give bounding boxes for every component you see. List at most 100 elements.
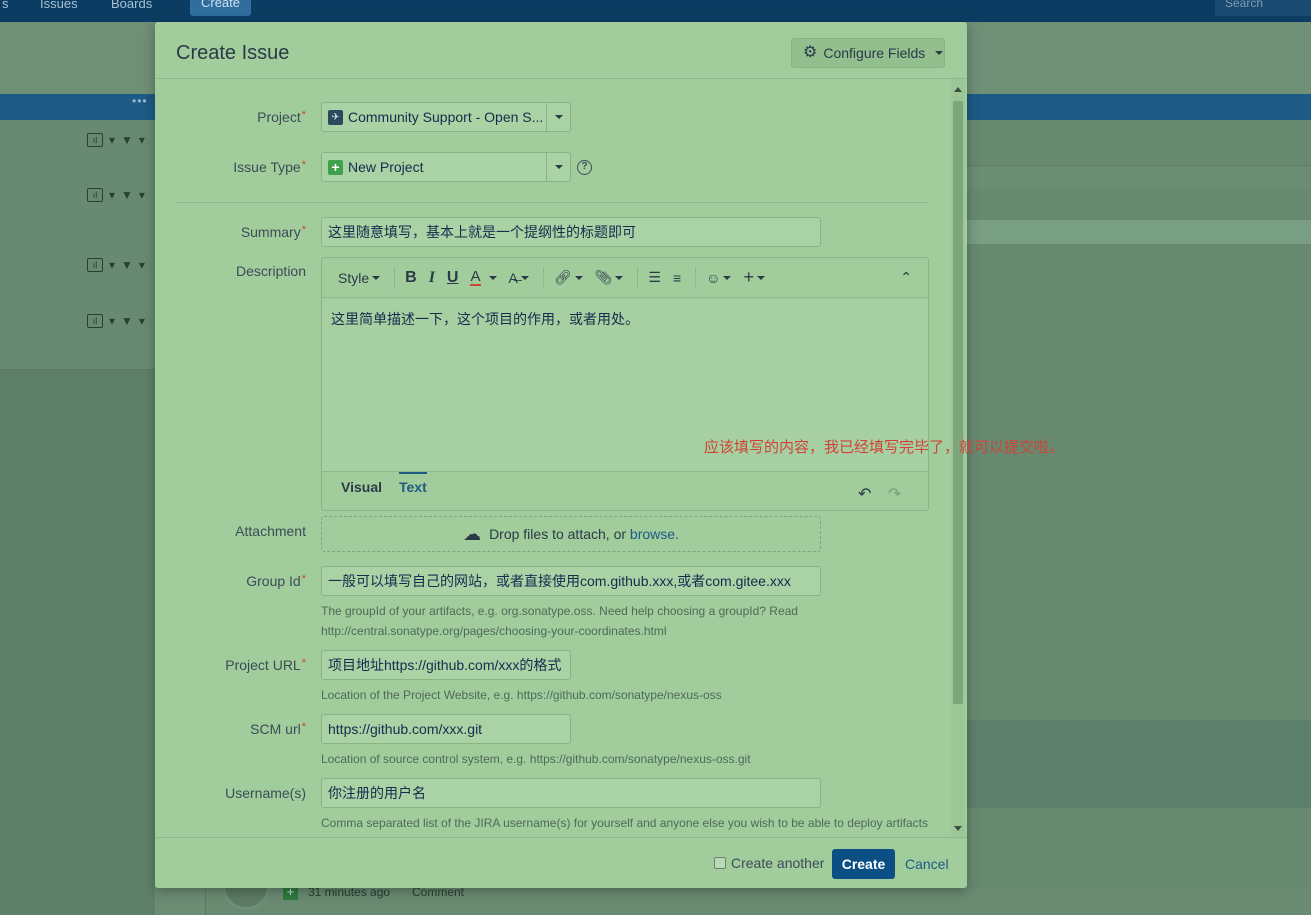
insert-more-button[interactable]: + — [739, 264, 769, 292]
gadget-tools[interactable]: ıl ▾ ▼ ▾ — [87, 133, 145, 147]
chevron-down-icon — [723, 275, 732, 280]
toolbar-separator — [542, 266, 544, 289]
text-color-icon: A — [470, 267, 481, 286]
chevron-down-icon — [520, 275, 529, 280]
browse-link[interactable]: browse. — [630, 526, 679, 542]
paperclip-icon: 📎︎ — [594, 269, 613, 285]
usernames-input[interactable]: 你注册的用户名 — [321, 778, 821, 808]
chart-icon: ıl — [87, 133, 103, 147]
help-icon[interactable]: ? — [577, 160, 592, 175]
scm-url-label: SCM url* — [250, 721, 306, 737]
chevron-down-icon: ▾ — [109, 314, 116, 328]
bold-icon[interactable]: B — [401, 264, 421, 292]
usernames-label: Username(s) — [225, 785, 306, 801]
chevron-down-icon — [935, 51, 944, 55]
scroll-thumb[interactable] — [953, 101, 963, 704]
summary-label: Summary* — [240, 224, 306, 240]
scm-url-input[interactable]: https://github.com/xxx.git — [321, 714, 571, 744]
project-select[interactable]: ✈ Community Support - Open S... — [321, 102, 571, 132]
numbered-list-icon[interactable]: ≡ — [669, 264, 685, 292]
gear-icon: ⚙ — [803, 44, 818, 61]
chevron-down-icon: ▾ — [138, 133, 145, 147]
style-dropdown[interactable]: Style — [334, 264, 384, 292]
nav-item-issues[interactable]: Issues — [40, 0, 78, 11]
scroll-up-arrow-icon[interactable] — [954, 87, 962, 92]
redo-icon[interactable]: ↷ — [888, 484, 901, 504]
link-icon: 🔗︎ — [553, 269, 572, 285]
chart-icon: ıl — [87, 258, 103, 272]
project-url-help: Location of the Project Website, e.g. ht… — [321, 688, 722, 702]
left-background — [0, 370, 155, 915]
cloud-upload-icon: ☁ — [463, 523, 482, 544]
dialog-body[interactable]: Project* ✈ Community Support - Open S...… — [155, 79, 967, 838]
filter-icon: ▼ — [121, 188, 133, 202]
project-avatar-icon: ✈ — [328, 109, 343, 125]
undo-icon[interactable]: ↶ — [858, 484, 871, 504]
dialog-scrollbar[interactable] — [951, 79, 965, 837]
nav-search-input[interactable]: Search — [1215, 0, 1311, 16]
gadget-tools[interactable]: ıl ▾ ▼ ▾ — [87, 258, 145, 272]
nav-item-partial[interactable]: s — [2, 0, 9, 11]
tab-visual[interactable]: Visual — [341, 472, 382, 502]
text-color-button[interactable]: A — [466, 264, 500, 292]
required-marker: * — [301, 159, 306, 171]
description-label: Description — [235, 263, 306, 279]
issue-type-select[interactable]: + New Project — [321, 152, 571, 182]
editor-mode-tabs: Visual Text ↶ ↷ — [322, 471, 928, 510]
toolbar-separator — [394, 266, 396, 289]
emoji-button[interactable]: ☺ — [702, 264, 735, 292]
nav-create-button[interactable]: Create — [190, 0, 251, 16]
configure-fields-button[interactable]: ⚙ Configure Fields — [791, 38, 945, 68]
underline-icon[interactable]: U — [443, 264, 463, 292]
background-row-highlight — [967, 220, 1311, 244]
project-label: Project* — [257, 109, 306, 125]
toolbar-separator — [637, 266, 639, 289]
group-id-help-link[interactable]: http://central.sonatype.org/pages/choosi… — [321, 621, 798, 641]
gadget-tools[interactable]: ıl ▾ ▼ ▾ — [87, 314, 145, 328]
create-button[interactable]: Create — [832, 849, 895, 879]
issue-type-dropdown-toggle[interactable] — [546, 153, 570, 181]
project-url-label: Project URL* — [225, 657, 306, 673]
group-id-input[interactable]: 一般可以填写自己的网站，或者直接使用com.github.xxx,或者com.g… — [321, 566, 821, 596]
project-value: Community Support - Open S... — [348, 109, 544, 125]
chart-icon: ıl — [87, 314, 103, 328]
plus-icon: + — [743, 267, 754, 287]
summary-input[interactable]: 这里随意填写，基本上就是一个提纲性的标题即可 — [321, 217, 821, 247]
chevron-down-icon: ▾ — [138, 188, 145, 202]
more-dots-icon[interactable]: ••• — [132, 94, 148, 108]
link-button[interactable]: 🔗︎ — [550, 264, 587, 292]
create-another-checkbox[interactable]: Create another — [714, 855, 824, 871]
nav-item-boards[interactable]: Boards — [111, 0, 152, 11]
dialog-title: Create Issue — [176, 42, 290, 64]
chart-icon: ıl — [87, 188, 103, 202]
project-dropdown-toggle[interactable] — [546, 103, 570, 131]
tab-text[interactable]: Text — [399, 472, 427, 502]
chevron-down-icon — [488, 275, 497, 280]
new-feature-icon: + — [328, 159, 343, 175]
group-id-label: Group Id* — [246, 573, 306, 589]
description-editor: Style B I U A A̶ 🔗︎ 📎︎ ☰ ≡ ☺ + ⌃ 这里简单描述一… — [321, 257, 929, 511]
attachment-button[interactable]: 📎︎ — [591, 264, 628, 292]
chevron-down-icon — [372, 275, 381, 280]
configure-fields-label: Configure Fields — [823, 45, 926, 61]
project-url-input[interactable]: 项目地址https://github.com/xxx的格式 — [321, 650, 571, 680]
bullet-list-icon[interactable]: ☰ — [644, 264, 665, 292]
chevron-down-icon: ▾ — [138, 314, 145, 328]
attachment-dropzone[interactable]: ☁ Drop files to attach, or browse. — [321, 516, 821, 552]
annotation-text: 应该填写的内容，我已经填写完毕了，就可以提交啦。 — [704, 439, 1065, 456]
scroll-down-arrow-icon[interactable] — [954, 826, 962, 831]
italic-icon[interactable]: I — [425, 264, 439, 292]
gadget-tools[interactable]: ıl ▾ ▼ ▾ — [87, 188, 145, 202]
scm-url-help: Location of source control system, e.g. … — [321, 752, 751, 766]
divider — [176, 202, 928, 203]
more-formatting-button[interactable]: A̶ — [505, 264, 533, 292]
smiley-icon: ☺ — [706, 269, 721, 286]
dialog-header: Create Issue ⚙ Configure Fields — [155, 22, 967, 79]
background-block — [967, 720, 1311, 808]
chevron-down-icon: ▾ — [138, 258, 145, 272]
cancel-link[interactable]: Cancel — [905, 856, 949, 872]
issue-type-value: New Project — [348, 159, 424, 175]
collapse-toolbar-icon[interactable]: ⌃ — [896, 264, 916, 292]
background-row — [967, 165, 1311, 189]
checkbox[interactable] — [714, 857, 726, 869]
